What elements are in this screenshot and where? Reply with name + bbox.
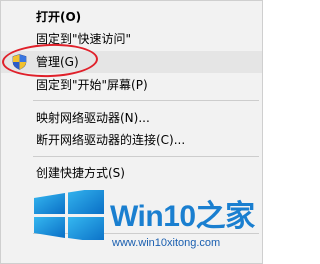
menu-item-open-label: 打开(O) bbox=[36, 10, 82, 24]
menu-item-open[interactable]: 打开(O) bbox=[1, 6, 262, 28]
watermark-brand-suffix: 之家 bbox=[195, 200, 256, 233]
watermark-brand-prefix: Win10 bbox=[110, 200, 196, 233]
watermark-brand: Win10之家 bbox=[110, 191, 255, 235]
watermark-url: www.win10xitong.com bbox=[112, 237, 221, 249]
menu-item-disconnect-network-drive[interactable]: 断开网络驱动器的连接(C)... bbox=[1, 129, 262, 151]
watermark: Win10之家 www.win10xitong.com bbox=[20, 187, 256, 261]
menu-item-pin-start[interactable]: 固定到"开始"屏幕(P) bbox=[1, 74, 262, 96]
menu-separator bbox=[33, 100, 259, 101]
windows-logo-icon bbox=[34, 190, 104, 240]
menu-item-map-network-drive-label: 映射网络驱动器(N)... bbox=[36, 111, 150, 125]
menu-item-pin-start-label: 固定到"开始"屏幕(P) bbox=[36, 78, 148, 92]
menu-item-create-shortcut[interactable]: 创建快捷方式(S) bbox=[1, 162, 262, 184]
menu-item-create-shortcut-label: 创建快捷方式(S) bbox=[36, 166, 125, 180]
menu-separator bbox=[33, 156, 259, 157]
menu-item-map-network-drive[interactable]: 映射网络驱动器(N)... bbox=[1, 107, 262, 129]
menu-item-disconnect-network-drive-label: 断开网络驱动器的连接(C)... bbox=[36, 133, 186, 147]
